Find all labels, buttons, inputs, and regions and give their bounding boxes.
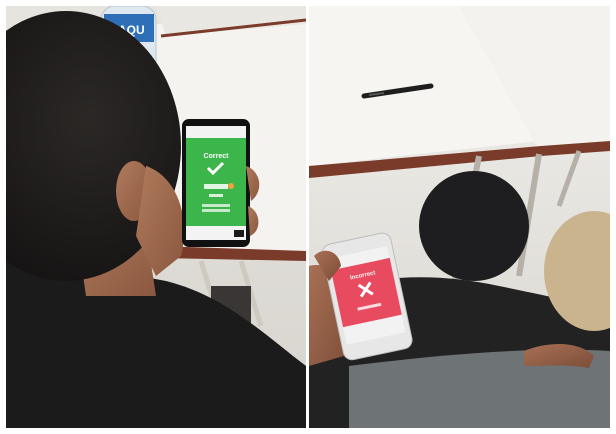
- correct-screen: [186, 138, 246, 226]
- streak-badge: [228, 183, 234, 189]
- correct-label: Correct: [204, 153, 230, 160]
- phone-correct: Correct: [182, 119, 250, 247]
- photo-collage: AQU Correct Incorrect: [0, 0, 616, 434]
- left-photo-scene: AQU Correct: [6, 6, 306, 428]
- right-photo-scene: Incorrect: [309, 6, 610, 428]
- right-photo: Incorrect: [309, 6, 610, 428]
- left-photo: AQU Correct: [6, 6, 306, 428]
- next-button: [234, 230, 244, 237]
- incorrect-screen: [330, 257, 402, 328]
- backpack: [419, 171, 529, 281]
